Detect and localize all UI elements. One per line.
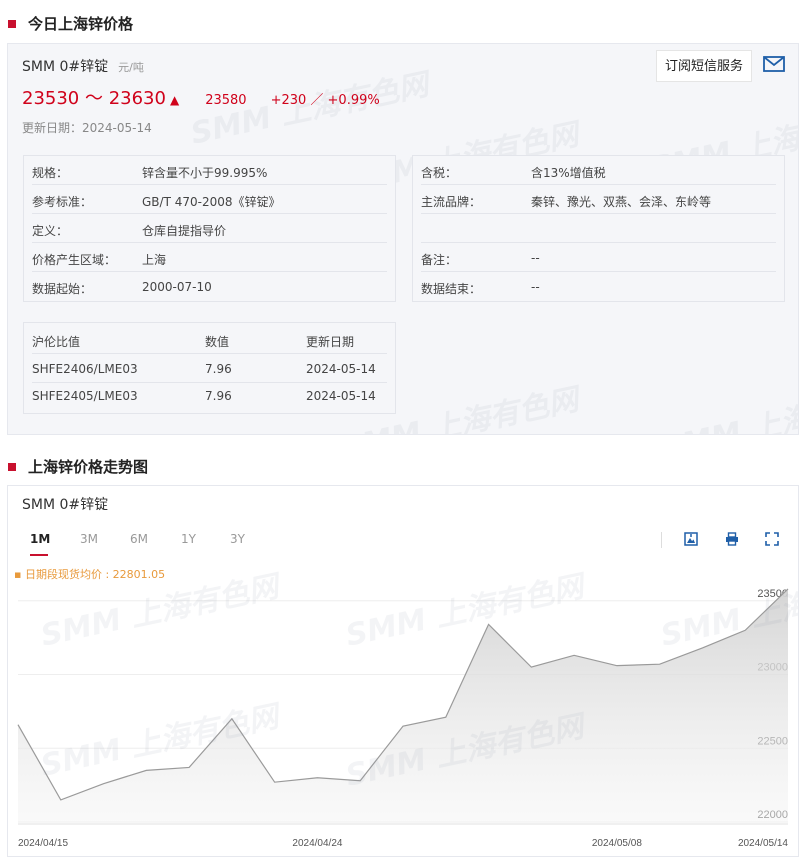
price-trend-chart: 220002250023000235002024/04/152024/04/24… <box>17 588 788 849</box>
info-label: 价格产生区域： <box>32 253 117 267</box>
price-up-icon: ▲ <box>169 93 180 107</box>
product-name: SMM 0#锌锭 元/吨 <box>22 56 144 76</box>
table-header-row: 沪伦比值 数值 更新日期 <box>32 325 387 354</box>
update-date: 更新日期：2024-05-14 <box>22 119 152 136</box>
print-icon[interactable] <box>725 532 739 546</box>
x-tick-label: 2024/05/08 <box>592 838 642 849</box>
info-value: -- <box>531 280 540 294</box>
price-change: +230 ／ +0.99% <box>270 93 380 108</box>
price-area <box>18 588 788 822</box>
section-title-text: 今日上海锌价格 <box>28 15 134 33</box>
update-date-value: 2024-05-14 <box>82 121 152 135</box>
subscribe-sms-button[interactable]: 订阅短信服务 <box>655 50 752 82</box>
price-info-panel: SMM 上海有色网 SMM 上海有色网 SMM 上海有色网 SMM 上海有色网 … <box>7 43 799 435</box>
table-cell: 2024-05-14 <box>306 362 376 376</box>
table-cell: 7.96 <box>205 389 232 403</box>
table-header: 数值 <box>205 335 230 349</box>
info-row: 含税： 含13%增值税 <box>421 156 776 185</box>
info-row: 主流品牌： 秦锌、豫光、双燕、会泽、东岭等 <box>421 185 776 214</box>
section-title-today-price: 今日上海锌价格 <box>8 13 133 34</box>
section-marker <box>8 19 16 28</box>
fullscreen-icon[interactable] <box>765 532 779 546</box>
info-row: 定义： 仓库自提指导价 <box>32 214 387 243</box>
table-header: 沪伦比值 <box>32 335 81 349</box>
info-row: 价格产生区域： 上海 <box>32 243 387 272</box>
info-value: 上海 <box>142 253 167 267</box>
update-date-label: 更新日期： <box>22 121 83 135</box>
price-line: 23530 ～ 23630 ▲ 23580 +230 ／ +0.99% <box>22 84 380 110</box>
section-title-price-trend: 上海锌价格走势图 <box>8 456 148 477</box>
info-value: 锌含量不小于99.995% <box>142 166 268 180</box>
tab-3m[interactable]: 3M <box>80 532 98 546</box>
info-label: 参考标准： <box>32 195 93 209</box>
table-header: 更新日期 <box>306 335 355 349</box>
mail-icon[interactable] <box>763 56 785 72</box>
spec-info-right: 含税： 含13%增值税 主流品牌： 秦锌、豫光、双燕、会泽、东岭等 备注： -- 数据… <box>412 155 785 302</box>
tab-1y[interactable]: 1Y <box>181 532 196 546</box>
table-cell: 2024-05-14 <box>306 389 376 403</box>
tab-3y[interactable]: 3Y <box>230 532 245 546</box>
section-title-text: 上海锌价格走势图 <box>28 458 149 476</box>
toolbar-divider <box>661 532 662 548</box>
info-label: 规格： <box>32 166 69 180</box>
chart-title: SMM 0#锌锭 <box>22 497 109 513</box>
table-row: SHFE2405/LME03 7.96 2024-05-14 <box>32 381 387 410</box>
info-value: 秦锌、豫光、双燕、会泽、东岭等 <box>531 195 712 209</box>
price-trend-panel: 220002250023000235002024/04/152024/04/24… <box>7 485 799 857</box>
chart-legend-average: ▪ 日期段现货均价 : 22801.05 <box>14 568 166 581</box>
table-cell: 7.96 <box>205 362 232 376</box>
price-average: 23580 <box>205 93 247 108</box>
info-label: 备注： <box>421 253 458 267</box>
table-row: SHFE2406/LME03 7.96 2024-05-14 <box>32 354 387 383</box>
section-marker <box>8 462 16 471</box>
spec-info-left: 规格： 锌含量不小于99.995% 参考标准： GB/T 470-2008《锌锭》 … <box>23 155 396 302</box>
table-cell: SHFE2406/LME03 <box>32 362 138 376</box>
info-row: 参考标准： GB/T 470-2008《锌锭》 <box>32 185 387 214</box>
price-range: 23530 ～ 23630 <box>22 88 166 109</box>
info-value: 含13%增值税 <box>531 166 606 180</box>
tab-6m[interactable]: 6M <box>130 532 148 546</box>
info-label: 数据起始： <box>32 282 93 296</box>
info-row <box>421 214 776 243</box>
info-row: 数据起始： 2000-07-10 <box>32 272 387 301</box>
price-unit: 元/吨 <box>118 61 144 74</box>
watermark: SMM 上海有色网 <box>658 382 799 435</box>
x-tick-label: 2024/04/15 <box>18 838 68 849</box>
info-label: 定义： <box>32 224 69 238</box>
x-tick-label: 2024/04/24 <box>292 838 342 849</box>
table-cell: SHFE2405/LME03 <box>32 389 138 403</box>
active-tab-underline <box>30 554 48 556</box>
info-value: GB/T 470-2008《锌锭》 <box>142 195 281 209</box>
info-label: 数据结束： <box>421 282 482 296</box>
info-row: 数据结束： -- <box>421 272 776 301</box>
tab-1m[interactable]: 1M <box>30 532 50 546</box>
info-row: 规格： 锌含量不小于99.995% <box>32 156 387 185</box>
product-name-text: SMM 0#锌锭 <box>22 59 109 75</box>
info-value: 仓库自提指导价 <box>142 224 227 238</box>
download-image-icon[interactable] <box>684 532 698 546</box>
info-value: 2000-07-10 <box>142 280 212 294</box>
info-label: 主流品牌： <box>421 195 482 209</box>
info-value: -- <box>531 251 540 265</box>
shfe-lme-ratio-table: 沪伦比值 数值 更新日期 SHFE2406/LME03 7.96 2024-05… <box>23 322 396 414</box>
info-label: 含税： <box>421 166 458 180</box>
x-tick-label: 2024/05/14 <box>738 838 788 849</box>
info-row: 备注： -- <box>421 243 776 272</box>
